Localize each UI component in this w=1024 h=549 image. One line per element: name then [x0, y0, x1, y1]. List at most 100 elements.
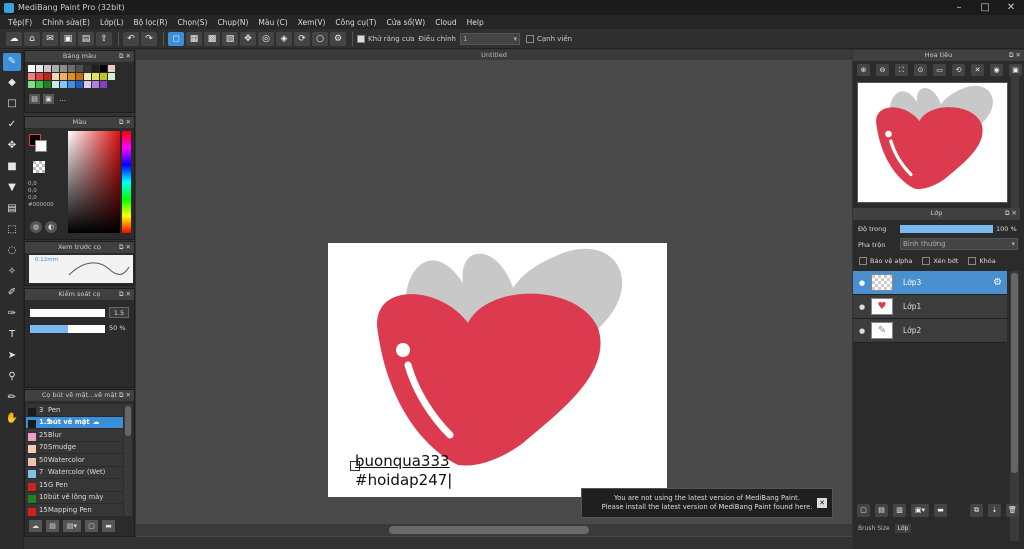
layer-add-menu-icon[interactable]: ▣▾	[911, 504, 929, 517]
palette-swatch[interactable]	[108, 65, 115, 72]
color-mode-icon[interactable]: ◐	[45, 221, 57, 233]
layer-settings-gear-icon[interactable]: ⚙	[993, 277, 1002, 288]
layer-opacity-slider[interactable]	[900, 225, 993, 233]
palette-add-icon[interactable]: ▤	[29, 94, 40, 104]
palette-swatch[interactable]	[44, 73, 51, 80]
close-button[interactable]: ✕	[998, 0, 1024, 15]
brush-item[interactable]: 25 Blur	[26, 429, 123, 442]
color-wheel-icon[interactable]: ◍	[30, 221, 42, 233]
magic-wand-tool-icon[interactable]: ✧	[3, 263, 21, 281]
panel-close-icon[interactable]: ⧉ ✕	[119, 51, 131, 62]
save-icon[interactable]: ▣	[60, 31, 76, 46]
menu-capture[interactable]: Chụp(N)	[212, 18, 253, 27]
palette-swatch[interactable]	[60, 73, 67, 80]
duplicate-layer-icon[interactable]: ⧉	[970, 504, 983, 517]
actual-size-icon[interactable]: ⊙	[914, 64, 927, 76]
brush-folder-icon[interactable]: ▤	[46, 520, 59, 532]
maximize-button[interactable]: □	[972, 0, 998, 15]
visibility-eye-icon[interactable]: ●	[853, 303, 871, 311]
new-layer-icon[interactable]: ▢	[857, 504, 870, 517]
text-tool-icon[interactable]: T	[3, 326, 21, 344]
rect-tool-icon[interactable]: □	[3, 95, 21, 113]
menu-color[interactable]: Màu (C)	[253, 18, 292, 27]
brush-size-value[interactable]: 1.5	[109, 307, 129, 318]
comment-icon[interactable]: ✉	[42, 31, 58, 46]
select-lasso-icon[interactable]: ▦	[186, 31, 202, 46]
snap-icon[interactable]: ⟳	[294, 31, 310, 46]
tab-layer[interactable]: Lớp	[894, 524, 912, 533]
menu-cloud[interactable]: Cloud	[430, 18, 461, 27]
palette-swatch[interactable]	[68, 65, 75, 72]
clipping-option[interactable]: Xén bớt	[922, 257, 958, 265]
palette-swatch[interactable]	[68, 81, 75, 88]
zoom-in-icon[interactable]: ⊕	[857, 64, 870, 76]
reset-rotate-icon[interactable]: ◉	[990, 64, 1003, 76]
brush-item[interactable]: 1.5 bút vẽ mặt ☁	[26, 416, 123, 429]
update-notice[interactable]: You are not using the latest version of …	[581, 488, 833, 518]
brush-tool-icon[interactable]: ✎	[3, 53, 21, 71]
palette-swatch[interactable]	[52, 65, 59, 72]
palette-swatch[interactable]	[100, 73, 107, 80]
menu-filter[interactable]: Bộ lọc(R)	[129, 18, 173, 27]
palette-swatch[interactable]	[92, 81, 99, 88]
fit-width-icon[interactable]: ▭	[933, 64, 946, 76]
panel-close-icon[interactable]: ⧉ ✕	[1009, 50, 1021, 61]
flip-icon[interactable]: ✕	[971, 64, 984, 76]
palette-swatch[interactable]	[84, 73, 91, 80]
opacity-slider[interactable]	[30, 325, 105, 333]
blend-mode-select[interactable]: Bình thường	[900, 238, 1018, 250]
lasso-tool-icon[interactable]: ◌	[3, 242, 21, 260]
menu-view[interactable]: Xem(V)	[293, 18, 331, 27]
visibility-eye-icon[interactable]: ●	[853, 279, 871, 287]
new-8bit-layer-icon[interactable]: ▥	[893, 504, 906, 517]
hand-tool-icon[interactable]: ✋	[3, 410, 21, 428]
palette-swatch[interactable]	[76, 81, 83, 88]
delete-layer-icon[interactable]: 🗑	[1006, 504, 1019, 517]
palette-swatch[interactable]	[100, 81, 107, 88]
palette-swatch[interactable]	[36, 65, 43, 72]
menu-select[interactable]: Chọn(S)	[172, 18, 212, 27]
select-eraser-tool-icon[interactable]: ✑	[3, 305, 21, 323]
menu-window[interactable]: Cửa sổ(W)	[381, 18, 430, 27]
panel-close-icon[interactable]: ⧉ ✕	[119, 117, 131, 128]
menu-tools[interactable]: Công cụ(T)	[330, 18, 381, 27]
brush-menu-icon[interactable]: ▤▾	[63, 520, 81, 532]
transparent-color-swatch[interactable]	[33, 161, 45, 173]
menu-file[interactable]: Tệp(F)	[3, 18, 37, 27]
target-icon[interactable]: ◎	[258, 31, 274, 46]
palette-swatch[interactable]	[44, 81, 51, 88]
perspective-icon[interactable]: ◈	[276, 31, 292, 46]
select-pen-tool-icon[interactable]: ✐	[3, 284, 21, 302]
navigator-preview[interactable]	[857, 82, 1008, 203]
antialias-checkbox[interactable]	[357, 34, 365, 43]
layer-row[interactable]: ● ✎ Lớp2	[853, 319, 1007, 343]
brush-item[interactable]: 7 Watercolor (Wet)	[26, 466, 123, 479]
canvas-text[interactable]: buonqua333 #hoidap247|	[355, 452, 452, 490]
select-tool-icon[interactable]: ⬚	[3, 221, 21, 239]
operation-tool-icon[interactable]: ➤	[3, 347, 21, 365]
tab-brush-size[interactable]: Brush Size	[855, 524, 893, 533]
right-panel-scrollbar[interactable]	[1011, 74, 1019, 210]
bucket-tool-icon[interactable]: ▼	[3, 179, 21, 197]
notice-close-icon[interactable]: ✕	[817, 498, 827, 508]
scrollbar-thumb[interactable]	[389, 526, 589, 534]
palette-swatch[interactable]	[100, 65, 107, 72]
lock-option[interactable]: Khóa	[968, 257, 996, 265]
palette-swatch[interactable]	[60, 65, 67, 72]
cloud-icon[interactable]: ☁	[6, 31, 22, 46]
merge-layer-icon[interactable]: ⇣	[988, 504, 1001, 517]
palette-swatch[interactable]	[76, 73, 83, 80]
palette-swatch[interactable]	[60, 81, 67, 88]
pen-tool-icon[interactable]: ✏	[3, 389, 21, 407]
home-icon[interactable]: ⌂	[24, 31, 40, 46]
panel-close-icon[interactable]: ⧉ ✕	[1005, 208, 1017, 219]
palette-swatch[interactable]	[36, 81, 43, 88]
fill-rect-tool-icon[interactable]: ■	[3, 158, 21, 176]
minimize-button[interactable]: –	[946, 0, 972, 15]
color-saturation-field[interactable]	[68, 131, 120, 233]
panel-close-icon[interactable]: ⧉ ✕	[119, 390, 131, 401]
brush-open-folder-icon[interactable]: ▬	[102, 520, 115, 532]
palette-swatch[interactable]	[84, 81, 91, 88]
palette-swatch[interactable]	[68, 73, 75, 80]
background-color-swatch[interactable]	[35, 140, 47, 152]
